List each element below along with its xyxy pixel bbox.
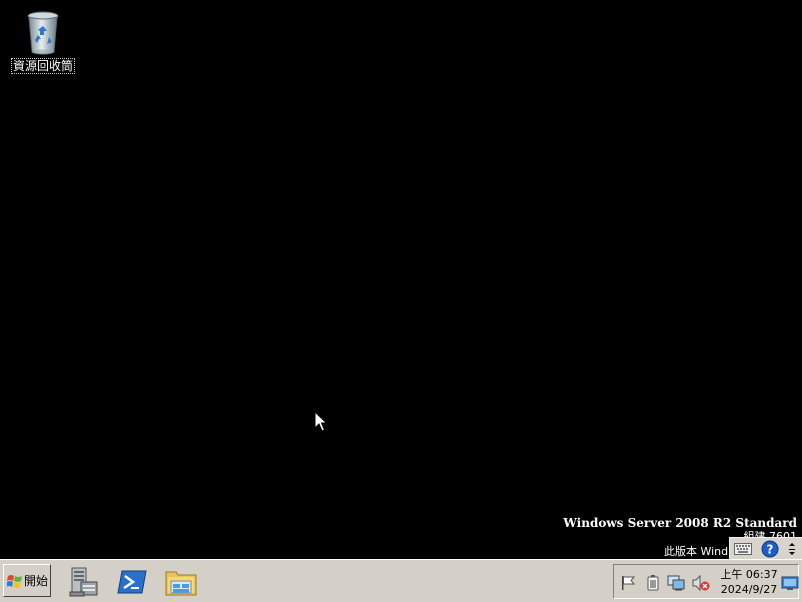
options-icon[interactable]	[784, 539, 800, 559]
start-button-label: 開始	[24, 574, 49, 588]
show-desktop-icon	[781, 576, 799, 590]
taskbar: 開始 上午 06:37 2024/9/27	[0, 559, 802, 602]
start-button[interactable]: 開始	[3, 564, 51, 597]
powershell-icon	[117, 570, 147, 594]
quicklaunch-server-manager[interactable]	[66, 565, 100, 599]
clock-time: 上午 06:37	[720, 568, 778, 581]
network-icon[interactable]	[667, 574, 685, 592]
power-icon[interactable]	[644, 574, 662, 592]
show-desktop-button[interactable]	[781, 574, 799, 592]
server-manager-icon	[69, 567, 98, 597]
notification-area: 上午 06:37 2024/9/27	[613, 564, 799, 599]
quick-launch	[66, 565, 213, 599]
action-center-flag-icon[interactable]	[619, 574, 637, 592]
help-icon[interactable]: ?	[756, 539, 784, 559]
desktop-icon-label: 資源回收筒	[10, 58, 75, 74]
keyboard-icon[interactable]	[730, 539, 756, 559]
language-bar: ?	[729, 537, 802, 559]
system-clock[interactable]: 上午 06:37 2024/9/27	[719, 567, 779, 597]
clock-date: 2024/9/27	[720, 583, 778, 596]
volume-muted-icon[interactable]	[692, 574, 710, 592]
windows-logo-icon	[7, 574, 22, 588]
recycle-bin-icon	[27, 11, 59, 55]
os-watermark: Windows Server 2008 R2 Standard 組建 7601	[563, 515, 797, 539]
desktop[interactable]: 資源回收筒 Windows Server 2008 R2 Standard 組建…	[0, 0, 802, 602]
desktop-icon-recycle-bin[interactable]: 資源回收筒	[10, 10, 76, 74]
os-copy-notice: 此版本 Wind	[664, 545, 728, 558]
quicklaunch-windows-explorer[interactable]	[164, 565, 198, 599]
svg-text:?: ?	[767, 542, 774, 556]
mouse-cursor-icon	[314, 411, 328, 432]
os-edition-text: Windows Server 2008 R2 Standard	[563, 516, 797, 530]
windows-explorer-icon	[165, 571, 197, 596]
quicklaunch-powershell[interactable]	[115, 565, 149, 599]
